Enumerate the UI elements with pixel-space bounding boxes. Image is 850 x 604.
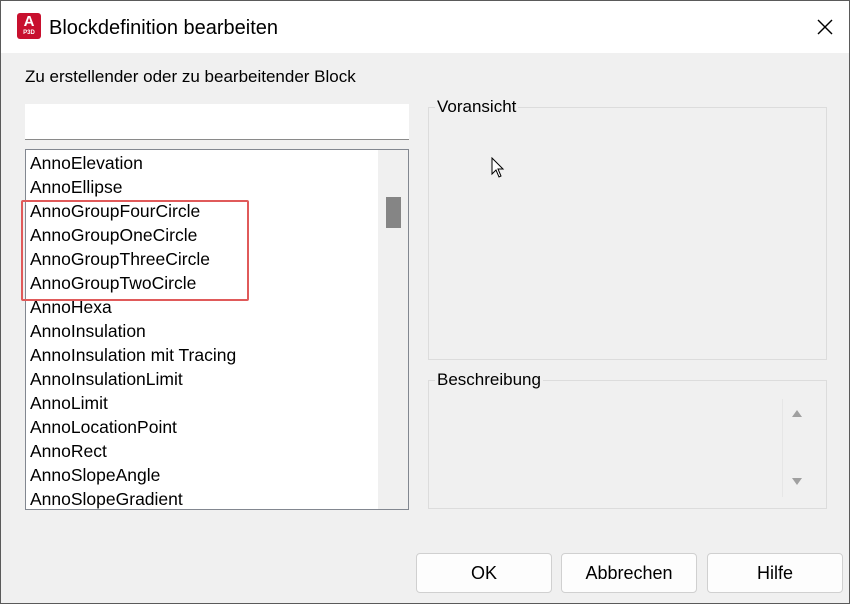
app-icon-sub: P3D (23, 30, 35, 36)
list-item[interactable]: AnnoSlopeAngle (26, 463, 378, 487)
scrollbar-thumb[interactable] (386, 197, 401, 228)
list-item[interactable]: AnnoInsulationLimit (26, 367, 378, 391)
app-icon: A P3D (17, 13, 41, 39)
list-item[interactable]: AnnoGroupThreeCircle (26, 247, 378, 271)
ok-button[interactable]: OK (416, 553, 552, 593)
list-item[interactable]: AnnoInsulation mit Tracing (26, 343, 378, 367)
list-item[interactable]: AnnoElevation (26, 151, 378, 175)
description-label: Beschreibung (435, 370, 543, 390)
list-item[interactable]: AnnoSlopeGradient (26, 487, 378, 509)
block-name-label: Zu erstellender oder zu bearbeitender Bl… (25, 67, 356, 86)
edit-block-definition-dialog: A P3D Blockdefinition bearbeiten Zu erst… (0, 0, 850, 604)
list-item[interactable]: AnnoRect (26, 439, 378, 463)
list-item[interactable]: AnnoGroupOneCircle (26, 223, 378, 247)
list-item[interactable]: AnnoEllipse (26, 175, 378, 199)
help-button[interactable]: Hilfe (707, 553, 843, 593)
block-name-input[interactable] (25, 104, 409, 140)
close-icon (817, 19, 833, 35)
cancel-button[interactable]: Abbrechen (561, 553, 697, 593)
preview-panel (428, 107, 827, 360)
list-item[interactable]: AnnoHexa (26, 295, 378, 319)
block-list[interactable]: AnnoElevation AnnoEllipse AnnoGroupFourCir… (25, 149, 409, 510)
block-list-items: AnnoElevation AnnoEllipse AnnoGroupFourCir… (26, 151, 378, 509)
description-scroll-track (782, 399, 783, 497)
description-scrollbar[interactable] (782, 399, 812, 497)
list-item[interactable]: AnnoGroupFourCircle (26, 199, 378, 223)
list-item[interactable]: AnnoInsulation (26, 319, 378, 343)
mouse-cursor-icon (491, 157, 505, 178)
list-item[interactable]: AnnoGroupTwoCircle (26, 271, 378, 295)
window-title: Blockdefinition bearbeiten (49, 17, 279, 39)
list-item[interactable]: AnnoLocationPoint (26, 415, 378, 439)
scroll-up-arrow-icon[interactable] (791, 409, 803, 418)
title-bar: A P3D Blockdefinition bearbeiten (1, 1, 849, 53)
block-list-scrollbar[interactable] (378, 150, 408, 509)
list-item[interactable]: AnnoLimit (26, 391, 378, 415)
app-icon-letter: A (23, 13, 35, 30)
close-button[interactable] (803, 1, 849, 53)
preview-label: Voransicht (435, 97, 519, 117)
description-panel (428, 380, 827, 509)
scroll-down-arrow-icon[interactable] (791, 477, 803, 486)
